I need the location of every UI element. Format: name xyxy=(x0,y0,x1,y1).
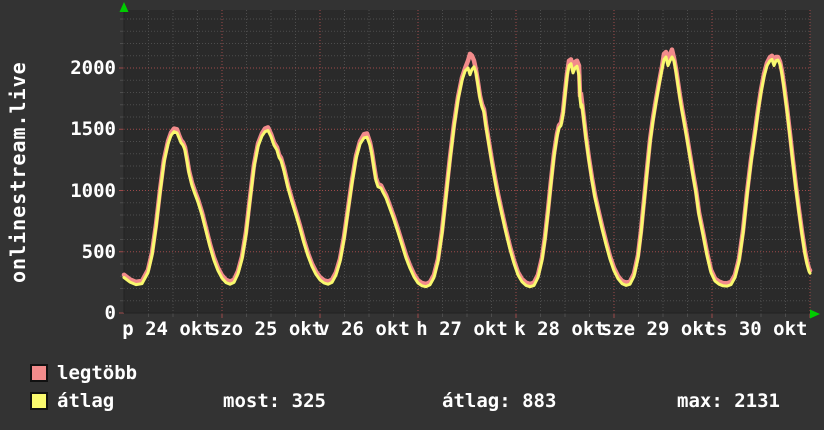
legend-label-avg: átlag xyxy=(57,390,115,412)
x-axis-label: h 27 okt xyxy=(416,318,508,340)
legend-swatch-avg-icon xyxy=(30,392,48,410)
x-axis-arrow-icon xyxy=(810,309,820,319)
x-axis-label: k 28 okt xyxy=(514,318,606,340)
x-axis-label: v 26 okt xyxy=(318,318,410,340)
legend-label-max: legtöbb xyxy=(57,362,138,384)
y-axis-label: 500 xyxy=(81,240,116,263)
x-axis-label: sze 29 okt xyxy=(600,318,716,340)
stat-most: most: 325 xyxy=(223,390,326,412)
x-axis-label: szo 25 okt xyxy=(208,318,324,340)
y-axis-arrow-icon xyxy=(119,2,129,12)
y-axis-label: 1000 xyxy=(70,179,116,202)
stat-atlag: átlag: 883 xyxy=(442,390,557,412)
y-axis-label: 0 xyxy=(104,302,116,324)
rrd-graph: onlinestream.live 0 500 1000 1500 2000 p 24 … xyxy=(0,0,824,430)
y-axis-label: 1500 xyxy=(70,118,116,141)
stat-max: max: 2131 xyxy=(677,390,780,412)
legend-swatch-max-icon xyxy=(30,364,48,382)
x-axis-label: p 24 okt xyxy=(122,318,214,340)
y-axis-label: 2000 xyxy=(70,57,116,79)
x-axis-label: cs 30 okt xyxy=(704,318,808,340)
